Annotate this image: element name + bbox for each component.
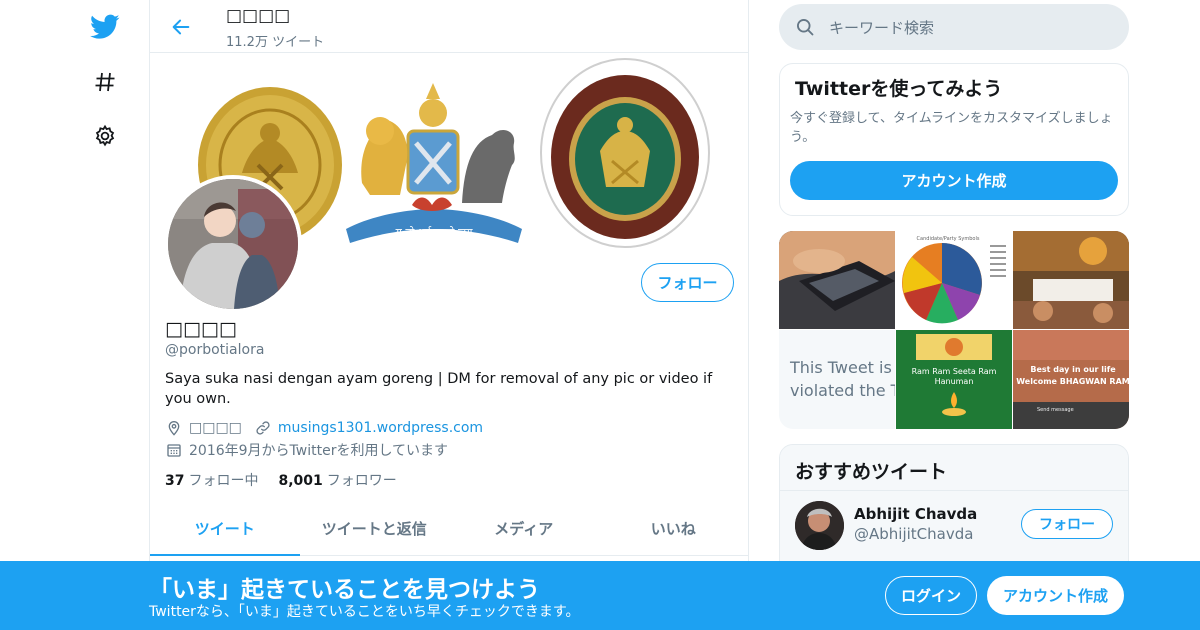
- follow-button[interactable]: フォロー: [641, 263, 734, 302]
- svg-text:Candidate/Party Symbols: Candidate/Party Symbols: [917, 236, 980, 242]
- coat-of-arms-emblem: य तो धर्म स्ततो जय: [346, 83, 522, 243]
- profile-joined-date: 2016年9月からTwitterを利用しています: [189, 443, 449, 459]
- tab-tweets[interactable]: ツイート: [150, 502, 300, 556]
- login-button[interactable]: ログイン: [885, 576, 977, 615]
- bottom-bar-subtitle: Twitterなら、「いま」起きていることをいち早くチェックできます。: [149, 604, 580, 620]
- recommended-header: おすすめツイート: [780, 445, 1128, 491]
- withheld-tweet-card[interactable]: This Tweet is violated the T: [779, 330, 895, 429]
- profile-handle: @porbotialora: [165, 342, 265, 358]
- twitter-logo-icon[interactable]: [88, 10, 122, 44]
- svg-text:Welcome BHAGWAN RAM: Welcome BHAGWAN RAM: [1016, 377, 1129, 386]
- search-input[interactable]: キーワード検索: [829, 17, 934, 38]
- media-thumbnail[interactable]: [779, 231, 895, 329]
- svg-text:Hanuman: Hanuman: [935, 377, 974, 386]
- oval-crest-emblem: [540, 58, 710, 248]
- profile-column: □□□□ 11.2万 ツイート य तो धर्म स्ततो जय フォロー …: [149, 0, 749, 630]
- svg-text:Ram Ram Seeta Ram: Ram Ram Seeta Ram: [912, 367, 997, 376]
- media-thumbnail-pie-chart[interactable]: Candidate/Party Symbols: [896, 231, 1012, 329]
- back-arrow-icon[interactable]: [166, 12, 196, 42]
- create-account-button[interactable]: アカウント作成: [790, 161, 1118, 200]
- left-nav: [60, 0, 150, 630]
- location-pin-icon: [165, 419, 183, 437]
- bottom-create-account-button[interactable]: アカウント作成: [987, 576, 1124, 615]
- tab-tweets-and-replies[interactable]: ツイートと返信: [300, 502, 450, 555]
- header-tweet-count: 11.2万 ツイート: [226, 35, 325, 50]
- recommended-user-handle: @AbhijitChavda: [854, 525, 974, 543]
- profile-bio: Saya suka nasi dengan ayam goreng | DM f…: [165, 371, 713, 407]
- svg-text:Send message: Send message: [1037, 407, 1074, 413]
- avatar[interactable]: [795, 501, 844, 550]
- svg-text:य तो धर्म स्ततो जय: य तो धर्म स्ततो जय: [395, 226, 473, 239]
- signup-card: Twitterを使ってみよう 今すぐ登録して、タイムラインをカスタマイズしましょ…: [779, 63, 1129, 216]
- profile-meta-joined: 2016年9月からTwitterを利用しています: [165, 440, 448, 460]
- svg-text:Best day in our life: Best day in our life: [1030, 365, 1116, 374]
- signup-prompt-bar: 「いま」起きていることを見つけよう Twitterなら、「いま」起きていることを…: [0, 561, 1200, 630]
- hashtag-icon[interactable]: [88, 65, 122, 99]
- header-title: □□□□: [226, 6, 291, 26]
- media-thumbnail[interactable]: Best day in our life Welcome BHAGWAN RAM…: [1013, 330, 1129, 429]
- bottom-bar-title: 「いま」起きていることを見つけよう: [149, 577, 540, 603]
- tab-media[interactable]: メディア: [449, 502, 599, 555]
- followers-stat[interactable]: 8,001 フォロワー: [278, 470, 396, 490]
- gear-icon[interactable]: [88, 119, 122, 153]
- profile-header-bar: □□□□ 11.2万 ツイート: [150, 0, 748, 53]
- recommended-user-name[interactable]: Abhijit Chavda: [854, 505, 977, 523]
- calendar-icon: [165, 441, 183, 459]
- tab-likes[interactable]: いいね: [599, 502, 749, 555]
- link-icon: [254, 419, 272, 437]
- following-stat[interactable]: 37 フォロー中: [165, 470, 258, 490]
- profile-name: □□□□: [165, 318, 237, 340]
- media-thumbnail[interactable]: [1013, 231, 1129, 329]
- search-box[interactable]: キーワード検索: [779, 4, 1129, 50]
- signup-card-title: Twitterを使ってみよう: [795, 78, 1003, 100]
- profile-location: □□□□: [189, 420, 242, 436]
- recommended-title: おすすめツイート: [795, 461, 948, 483]
- profile-website-link[interactable]: musings1301.wordpress.com: [278, 420, 483, 436]
- media-thumbnail[interactable]: Ram Ram Seeta Ram Hanuman: [896, 330, 1012, 429]
- media-grid: Candidate/Party Symbols This Tweet is vi…: [779, 231, 1129, 429]
- profile-stats: 37 フォロー中 8,001 フォロワー: [165, 470, 397, 490]
- signup-card-text: 今すぐ登録して、タイムラインをカスタマイズしましょう。: [790, 111, 1113, 145]
- profile-meta-location-website: □□□□ musings1301.wordpress.com: [165, 418, 483, 438]
- profile-tabs: ツイート ツイートと返信 メディア いいね: [150, 502, 748, 556]
- search-icon: [795, 17, 815, 37]
- recommended-follow-button[interactable]: フォロー: [1021, 509, 1113, 539]
- profile-avatar[interactable]: [164, 175, 302, 313]
- withheld-tweet-text: This Tweet is violated the T: [790, 358, 895, 400]
